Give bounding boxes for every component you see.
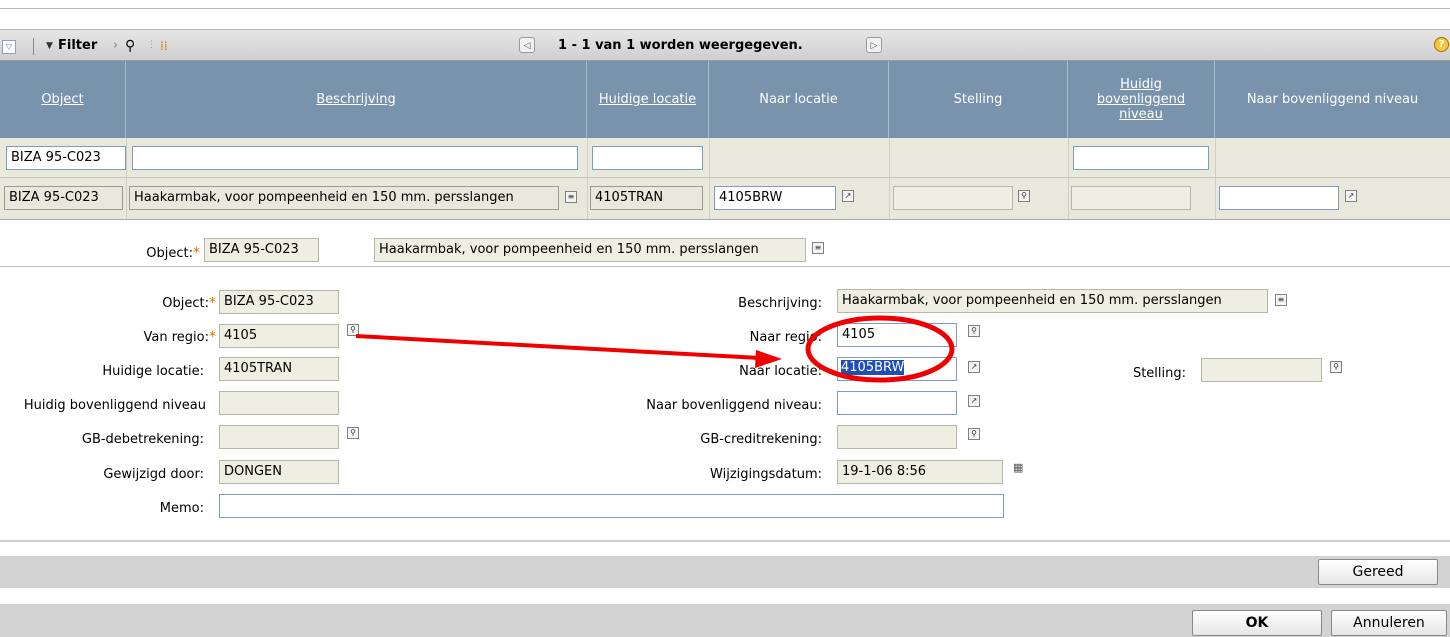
annotation-circle bbox=[805, 315, 955, 383]
annuleren-button[interactable]: Annuleren bbox=[1331, 610, 1447, 636]
ok-button[interactable]: OK bbox=[1192, 610, 1322, 636]
annotation-arrow-head bbox=[755, 350, 782, 368]
action-bar bbox=[0, 556, 1450, 588]
gereed-button[interactable]: Gereed bbox=[1318, 559, 1438, 585]
annotation-arrow-line bbox=[355, 334, 761, 360]
section-divider bbox=[0, 540, 1450, 542]
